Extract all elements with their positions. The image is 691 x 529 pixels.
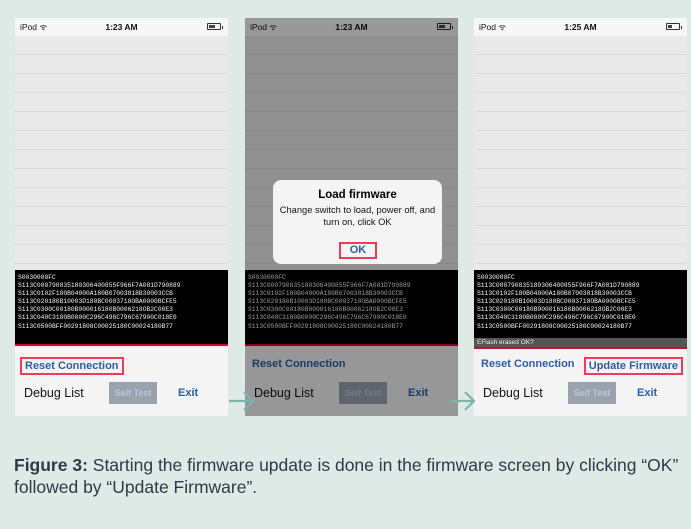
exit-button[interactable]: Exit bbox=[178, 387, 198, 399]
console-line: S113C000790835180306400855F966F7A081D790… bbox=[477, 282, 640, 290]
caption-text: Starting the firmware update is done in … bbox=[14, 455, 679, 497]
console-line: S113C0500BFF00291808C00025180C00024180B7… bbox=[477, 322, 632, 330]
console-line: S113C020180B10003D180BC0003718OBA0000BCF… bbox=[477, 298, 636, 306]
separator-line bbox=[15, 344, 228, 346]
load-firmware-alert: Load firmware Change switch to load, pow… bbox=[273, 180, 442, 264]
console-line: S113C0500BFF00291808C00025180C00024180B7… bbox=[18, 322, 173, 330]
empty-list-area bbox=[15, 36, 228, 270]
console-line: S113C0102F180B04000A180B07003818B30003CC… bbox=[18, 290, 173, 298]
flash-status-message: EFlash erased OK? bbox=[474, 338, 687, 347]
alert-title: Load firmware bbox=[318, 189, 397, 201]
battery-icon bbox=[666, 23, 682, 30]
console-line: S113C000790835180306400855F966F7A081D790… bbox=[18, 282, 181, 290]
console-line: S113C020180B10003D180BC0003718OBA0000BCF… bbox=[18, 298, 177, 306]
console-line: S113C040C3180B0000C296C496C796C67900C018… bbox=[18, 314, 177, 322]
self-test-button[interactable]: Self Test bbox=[109, 382, 157, 404]
console-line: S113C040C3180B0000C296C496C796C67900C018… bbox=[477, 314, 636, 322]
status-time: 1:23 AM bbox=[105, 22, 138, 32]
status-bar: iPod ᯤ 1:23 AM bbox=[15, 18, 228, 36]
console-line: S113C0300C00180B000016180B0006218OB2C00E… bbox=[477, 306, 632, 314]
console-line: S113C0300C00180B000016180B0006218OB2C00E… bbox=[18, 306, 173, 314]
status-bar: iPod ᯤ 1:25 AM bbox=[474, 18, 687, 36]
battery-icon bbox=[207, 23, 223, 30]
firmware-console: S0030000FC S113C000790835180306400855F96… bbox=[474, 270, 687, 338]
screen-3: iPod ᯤ 1:25 AM S0030000FC S113C000790835… bbox=[474, 18, 687, 416]
arrow-right-icon bbox=[229, 391, 255, 411]
caption-label: Figure 3: bbox=[14, 455, 88, 475]
status-time: 1:25 AM bbox=[564, 22, 597, 32]
empty-list-area bbox=[474, 36, 687, 270]
console-line: S113C0102F180B04000A180B07003818B30003CC… bbox=[477, 290, 632, 298]
console-line: S0030000FC bbox=[18, 274, 56, 281]
self-test-button[interactable]: Self Test bbox=[568, 382, 616, 404]
alert-message: Change switch to load, power off, and tu… bbox=[279, 205, 436, 227]
debug-list-label: Debug List bbox=[483, 386, 543, 400]
reset-connection-button[interactable]: Reset Connection bbox=[481, 358, 575, 370]
exit-button[interactable]: Exit bbox=[637, 387, 657, 399]
screen-1: iPod ᯤ 1:23 AM S0030000FC S113C000790835… bbox=[15, 18, 228, 416]
console-line: S0030000FC bbox=[477, 274, 515, 281]
update-firmware-button[interactable]: Update Firmware bbox=[583, 357, 683, 375]
ok-button[interactable]: OK bbox=[339, 242, 377, 259]
figure-caption: Figure 3: Starting the firmware update i… bbox=[14, 454, 679, 498]
debug-list-label: Debug List bbox=[24, 386, 84, 400]
separator-line bbox=[474, 347, 687, 349]
reset-connection-button[interactable]: Reset Connection bbox=[20, 357, 124, 375]
screen-2: iPod ᯤ 1:23 AM S0030000FC S113C000790835… bbox=[245, 18, 458, 416]
firmware-console: S0030000FC S113C000790835180306400855F96… bbox=[15, 270, 228, 344]
arrow-right-icon bbox=[450, 391, 476, 411]
